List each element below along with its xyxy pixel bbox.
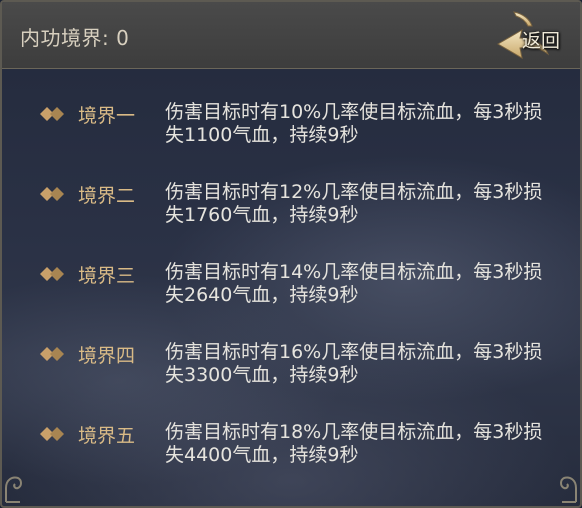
corner-ornament-bottom-left xyxy=(5,476,22,503)
realm-label: 境界五 xyxy=(78,425,136,447)
realm-row-2: 境界二 伤害目标时有12%几率使目标流血，每3秒损失1760气血，持续9秒 xyxy=(2,180,580,240)
double-diamond-icon xyxy=(40,347,64,361)
realm-row-3: 境界三 伤害目标时有14%几率使目标流血，每3秒损失2640气血，持续9秒 xyxy=(2,260,580,320)
panel-header: 内功境界: 0 返回 xyxy=(2,2,580,69)
realm-desc: 伤害目标时有12%几率使目标流血，每3秒损失1760气血，持续9秒 xyxy=(165,181,543,226)
realm-row-1: 境界一 伤害目标时有10%几率使目标流血，每3秒损失1100气血，持续9秒 xyxy=(2,100,580,160)
realm-label: 境界三 xyxy=(78,265,136,287)
realm-row-5: 境界五 伤害目标时有18%几率使目标流血，每3秒损失4400气血，持续9秒 xyxy=(2,420,580,480)
realm-label: 境界一 xyxy=(78,105,136,127)
realm-desc: 伤害目标时有16%几率使目标流血，每3秒损失3300气血，持续9秒 xyxy=(165,341,543,386)
double-diamond-icon xyxy=(40,107,64,121)
realm-row-4: 境界四 伤害目标时有16%几率使目标流血，每3秒损失3300气血，持续9秒 xyxy=(2,340,580,400)
realm-panel: 内功境界: 0 返回 境界一 伤害目标时有10%几率使目标流血，每3秒损失110… xyxy=(0,0,582,508)
panel-title: 内功境界: 0 xyxy=(20,26,130,50)
realm-desc: 伤害目标时有14%几率使目标流血，每3秒损失2640气血，持续9秒 xyxy=(165,261,543,306)
corner-ornament-bottom-right xyxy=(560,476,577,503)
back-label: 返回 xyxy=(522,30,561,52)
double-diamond-icon xyxy=(40,187,64,201)
realm-desc: 伤害目标时有18%几率使目标流血，每3秒损失4400气血，持续9秒 xyxy=(165,421,543,466)
back-button[interactable]: 返回 xyxy=(492,8,576,64)
realm-label: 境界四 xyxy=(78,345,136,367)
double-diamond-icon xyxy=(40,427,64,441)
realm-desc: 伤害目标时有10%几率使目标流血，每3秒损失1100气血，持续9秒 xyxy=(165,101,543,146)
double-diamond-icon xyxy=(40,267,64,281)
realm-label: 境界二 xyxy=(78,185,136,207)
